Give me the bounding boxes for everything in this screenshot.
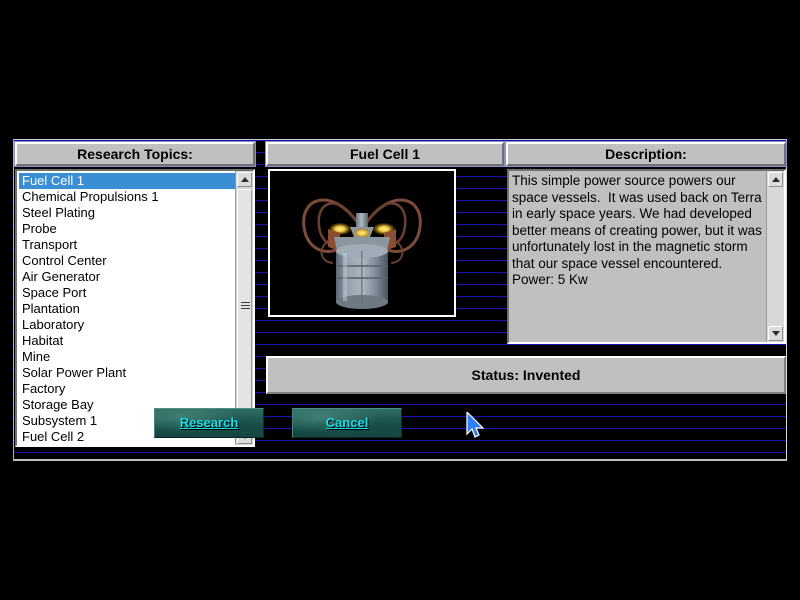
description-scroll-down-button[interactable] <box>768 326 783 341</box>
topic-list-item[interactable]: Factory <box>19 381 235 397</box>
topic-list-item[interactable]: Laboratory <box>19 317 235 333</box>
status-bar: Status: Invented <box>266 356 786 394</box>
topics-scroll-thumb[interactable] <box>237 189 252 421</box>
topic-list-item[interactable]: Chemical Propulsions 1 <box>19 189 235 205</box>
topics-list-items[interactable]: Fuel Cell 1 Chemical Propulsions 1 Steel P… <box>19 173 235 445</box>
topics-panel-header: Research Topics: <box>15 142 255 166</box>
description-textbox[interactable]: This simple power source powers our spac… <box>507 169 786 344</box>
cancel-button[interactable]: Cancel <box>292 408 402 438</box>
topic-list-item[interactable]: Probe <box>19 221 235 237</box>
description-text: This simple power source powers our spac… <box>512 173 766 287</box>
research-item-image <box>268 169 456 317</box>
topic-list-item[interactable]: Space Port <box>19 285 235 301</box>
topics-listbox[interactable]: Fuel Cell 1 Chemical Propulsions 1 Steel P… <box>15 169 255 447</box>
topic-list-item[interactable]: Air Generator <box>19 269 235 285</box>
triangle-down-icon <box>772 331 780 336</box>
cancel-button-label: Cancel <box>325 415 369 430</box>
topic-list-item[interactable]: Habitat <box>19 333 235 349</box>
topic-list-item[interactable]: Steel Plating <box>19 205 235 221</box>
triangle-up-icon <box>772 177 780 182</box>
triangle-up-icon <box>241 177 249 182</box>
topic-list-item[interactable]: Control Center <box>19 253 235 269</box>
topic-list-item[interactable]: Transport <box>19 237 235 253</box>
topic-list-item[interactable]: Solar Power Plant <box>19 365 235 381</box>
description-panel-header: Description: <box>506 142 786 166</box>
description-scroll-up-button[interactable] <box>768 172 783 187</box>
topic-list-item[interactable]: Plantation <box>19 301 235 317</box>
description-scrollbar[interactable] <box>766 171 784 342</box>
fuel-cell-illustration <box>270 171 454 315</box>
image-panel-header: Fuel Cell 1 <box>266 142 504 166</box>
research-dialog: Research Topics: Fuel Cell 1 Chemical Pro… <box>13 139 787 461</box>
topics-scrollbar[interactable] <box>235 171 253 445</box>
research-button-label: Research <box>179 415 239 430</box>
topic-list-item[interactable]: Mine <box>19 349 235 365</box>
topics-scroll-up-button[interactable] <box>237 172 252 187</box>
grip-icon <box>241 302 250 310</box>
topic-list-item[interactable]: Fuel Cell 1 <box>19 173 235 189</box>
research-button[interactable]: Research <box>154 408 264 438</box>
game-screen: Research Topics: Fuel Cell 1 Chemical Pro… <box>0 0 800 600</box>
